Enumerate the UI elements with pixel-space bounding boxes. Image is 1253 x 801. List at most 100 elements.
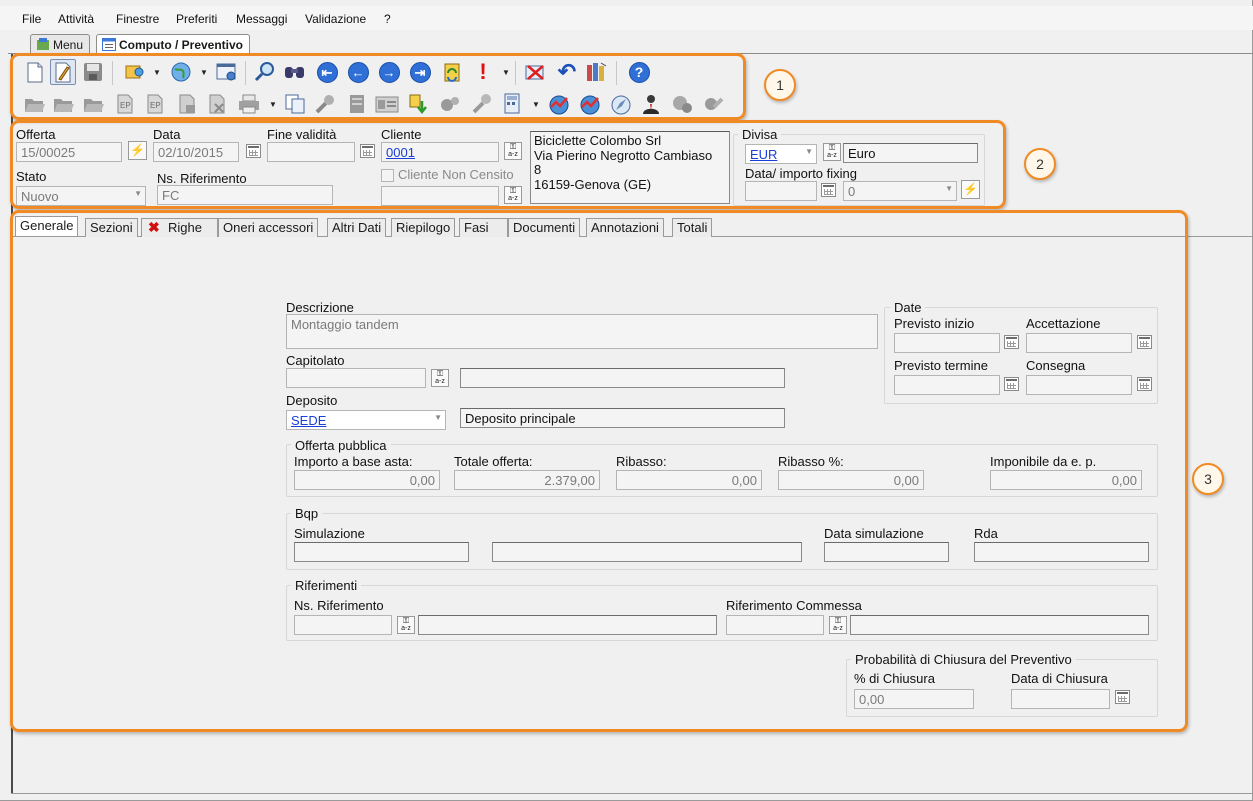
cliente-lookup-button[interactable]: ⚿ a-z xyxy=(504,142,522,160)
fixing-amount-select[interactable]: 0 ▼ xyxy=(843,181,957,201)
last-record-button[interactable]: ⇥ xyxy=(407,59,433,85)
document-ep-button[interactable]: EP xyxy=(142,91,168,117)
delete-button[interactable] xyxy=(522,59,548,85)
wrench-button[interactable] xyxy=(468,91,494,117)
ns-riferimento-field[interactable]: FC xyxy=(157,185,333,205)
info-gear-button[interactable] xyxy=(669,91,695,117)
open-folder-button[interactable] xyxy=(81,91,107,117)
ns-riferimento-gen-field[interactable] xyxy=(294,615,392,635)
tab-riepilogo[interactable]: Riepilogo xyxy=(391,218,456,237)
calculator-button[interactable] xyxy=(500,91,526,117)
previsto-termine-field[interactable] xyxy=(894,375,1000,395)
first-record-button[interactable]: ⇤ xyxy=(314,59,340,85)
fixing-date-field[interactable] xyxy=(745,181,817,201)
fine-validita-calendar-icon[interactable] xyxy=(360,144,375,158)
edit-button[interactable] xyxy=(50,59,76,85)
fixing-generate-button[interactable]: ⚡ xyxy=(961,180,980,199)
fine-validita-field[interactable] xyxy=(267,142,355,162)
cliente-non-censito-lookup-button[interactable]: ⚿ a-z xyxy=(504,186,522,204)
fixing-calendar-icon[interactable] xyxy=(821,183,836,197)
print-dropdown-arrow[interactable]: ▼ xyxy=(269,100,277,109)
settings-window-button[interactable] xyxy=(214,59,240,85)
globe-compass-button[interactable] xyxy=(608,91,634,117)
tab-altri-dati[interactable]: Altri Dati xyxy=(327,218,387,237)
previsto-termine-calendar-icon[interactable] xyxy=(1004,377,1019,391)
gear-wrench-button[interactable] xyxy=(700,91,726,117)
divisa-lookup-button[interactable]: ⚿ a-z xyxy=(823,143,841,161)
accettazione-field[interactable] xyxy=(1026,333,1132,353)
ribasso-field[interactable]: 0,00 xyxy=(616,470,762,490)
person-button[interactable] xyxy=(638,91,664,117)
alert-button[interactable]: ! xyxy=(470,59,496,85)
data-chiusura-field[interactable] xyxy=(1011,689,1110,709)
help-button[interactable]: ? xyxy=(626,59,652,85)
add-button[interactable] xyxy=(122,59,148,85)
new-document-button[interactable] xyxy=(22,59,48,85)
document-cancel-button[interactable] xyxy=(204,91,230,117)
menu-preferiti[interactable]: Preferiti xyxy=(176,12,217,26)
menu-messaggi[interactable]: Messaggi xyxy=(236,12,287,26)
tools-button[interactable] xyxy=(312,91,338,117)
document-ep-button[interactable]: EP xyxy=(112,91,138,117)
menu-help[interactable]: ? xyxy=(384,12,391,26)
refresh-button[interactable] xyxy=(439,59,465,85)
consegna-calendar-icon[interactable] xyxy=(1137,377,1152,391)
capitolato-field[interactable] xyxy=(286,368,426,388)
consegna-field[interactable] xyxy=(1026,375,1132,395)
deposito-select[interactable]: SEDE ▼ xyxy=(286,410,446,430)
tab-sezioni[interactable]: Sezioni xyxy=(85,218,138,237)
previsto-inizio-calendar-icon[interactable] xyxy=(1004,335,1019,349)
tab-generale[interactable]: Generale xyxy=(15,216,79,236)
menu-attivita[interactable]: Attività xyxy=(58,12,94,26)
open-folder-button[interactable] xyxy=(22,91,48,117)
offerta-generate-button[interactable]: ⚡ xyxy=(128,141,147,160)
stato-select[interactable]: Nuovo ▼ xyxy=(16,186,146,206)
tab-documenti[interactable]: Documenti xyxy=(508,218,581,237)
add-dropdown-arrow[interactable]: ▼ xyxy=(153,68,161,77)
data-field[interactable]: 02/10/2015 xyxy=(153,142,239,162)
print-button[interactable] xyxy=(236,91,262,117)
undo-button[interactable]: ↶ xyxy=(554,59,580,85)
importo-base-field[interactable]: 0,00 xyxy=(294,470,440,490)
descrizione-field[interactable]: Montaggio tandem xyxy=(286,314,878,349)
offerta-field[interactable]: 15/00025 xyxy=(16,142,122,162)
calculator-dropdown-arrow[interactable]: ▼ xyxy=(532,100,540,109)
menu-file[interactable]: File xyxy=(22,12,41,26)
imponibile-field[interactable]: 0,00 xyxy=(990,470,1142,490)
open-folder-button[interactable] xyxy=(51,91,77,117)
ribasso-pct-field[interactable]: 0,00 xyxy=(778,470,924,490)
ns-riferimento-lookup-button[interactable]: ⚿ a-z xyxy=(397,616,415,634)
search-button[interactable] xyxy=(252,59,278,85)
pct-chiusura-field[interactable]: 0,00 xyxy=(854,689,974,709)
tab-totali[interactable]: Totali xyxy=(672,218,713,237)
save-button[interactable] xyxy=(80,59,106,85)
books-button[interactable] xyxy=(584,59,610,85)
export-button[interactable] xyxy=(406,91,432,117)
copy-button[interactable] xyxy=(282,91,308,117)
rif-commessa-field[interactable] xyxy=(726,615,824,635)
menu-validazione[interactable]: Validazione xyxy=(305,12,366,26)
binoculars-button[interactable] xyxy=(282,59,308,85)
globe-chart-button-2[interactable] xyxy=(577,91,603,117)
tab-annotazioni[interactable]: Annotazioni xyxy=(586,218,664,237)
cliente-non-censito-field[interactable] xyxy=(381,186,499,206)
previsto-inizio-field[interactable] xyxy=(894,333,1000,353)
tab-righe[interactable]: ✖ Righe xyxy=(141,218,218,237)
cliente-field[interactable]: 0001 xyxy=(381,142,499,162)
capitolato-lookup-button[interactable]: ⚿ a-z xyxy=(431,369,449,387)
doc-tab-computo-preventivo[interactable]: Computo / Preventivo xyxy=(96,34,251,55)
ledger-button[interactable] xyxy=(344,91,370,117)
rif-commessa-lookup-button[interactable]: ⚿ a-z xyxy=(829,616,847,634)
divisa-select[interactable]: EUR ▼ xyxy=(745,144,817,164)
cliente-non-censito-checkbox[interactable] xyxy=(381,169,394,182)
next-record-button[interactable]: → xyxy=(376,59,402,85)
data-calendar-icon[interactable] xyxy=(246,144,261,158)
accettazione-calendar-icon[interactable] xyxy=(1137,335,1152,349)
document-stamp-button[interactable] xyxy=(174,91,200,117)
data-chiusura-calendar-icon[interactable] xyxy=(1115,690,1130,704)
image-list-button[interactable] xyxy=(374,91,400,117)
globe-dropdown-arrow[interactable]: ▼ xyxy=(200,68,208,77)
globe-button[interactable] xyxy=(168,59,194,85)
previous-record-button[interactable]: ← xyxy=(345,59,371,85)
gears-button[interactable] xyxy=(437,91,463,117)
